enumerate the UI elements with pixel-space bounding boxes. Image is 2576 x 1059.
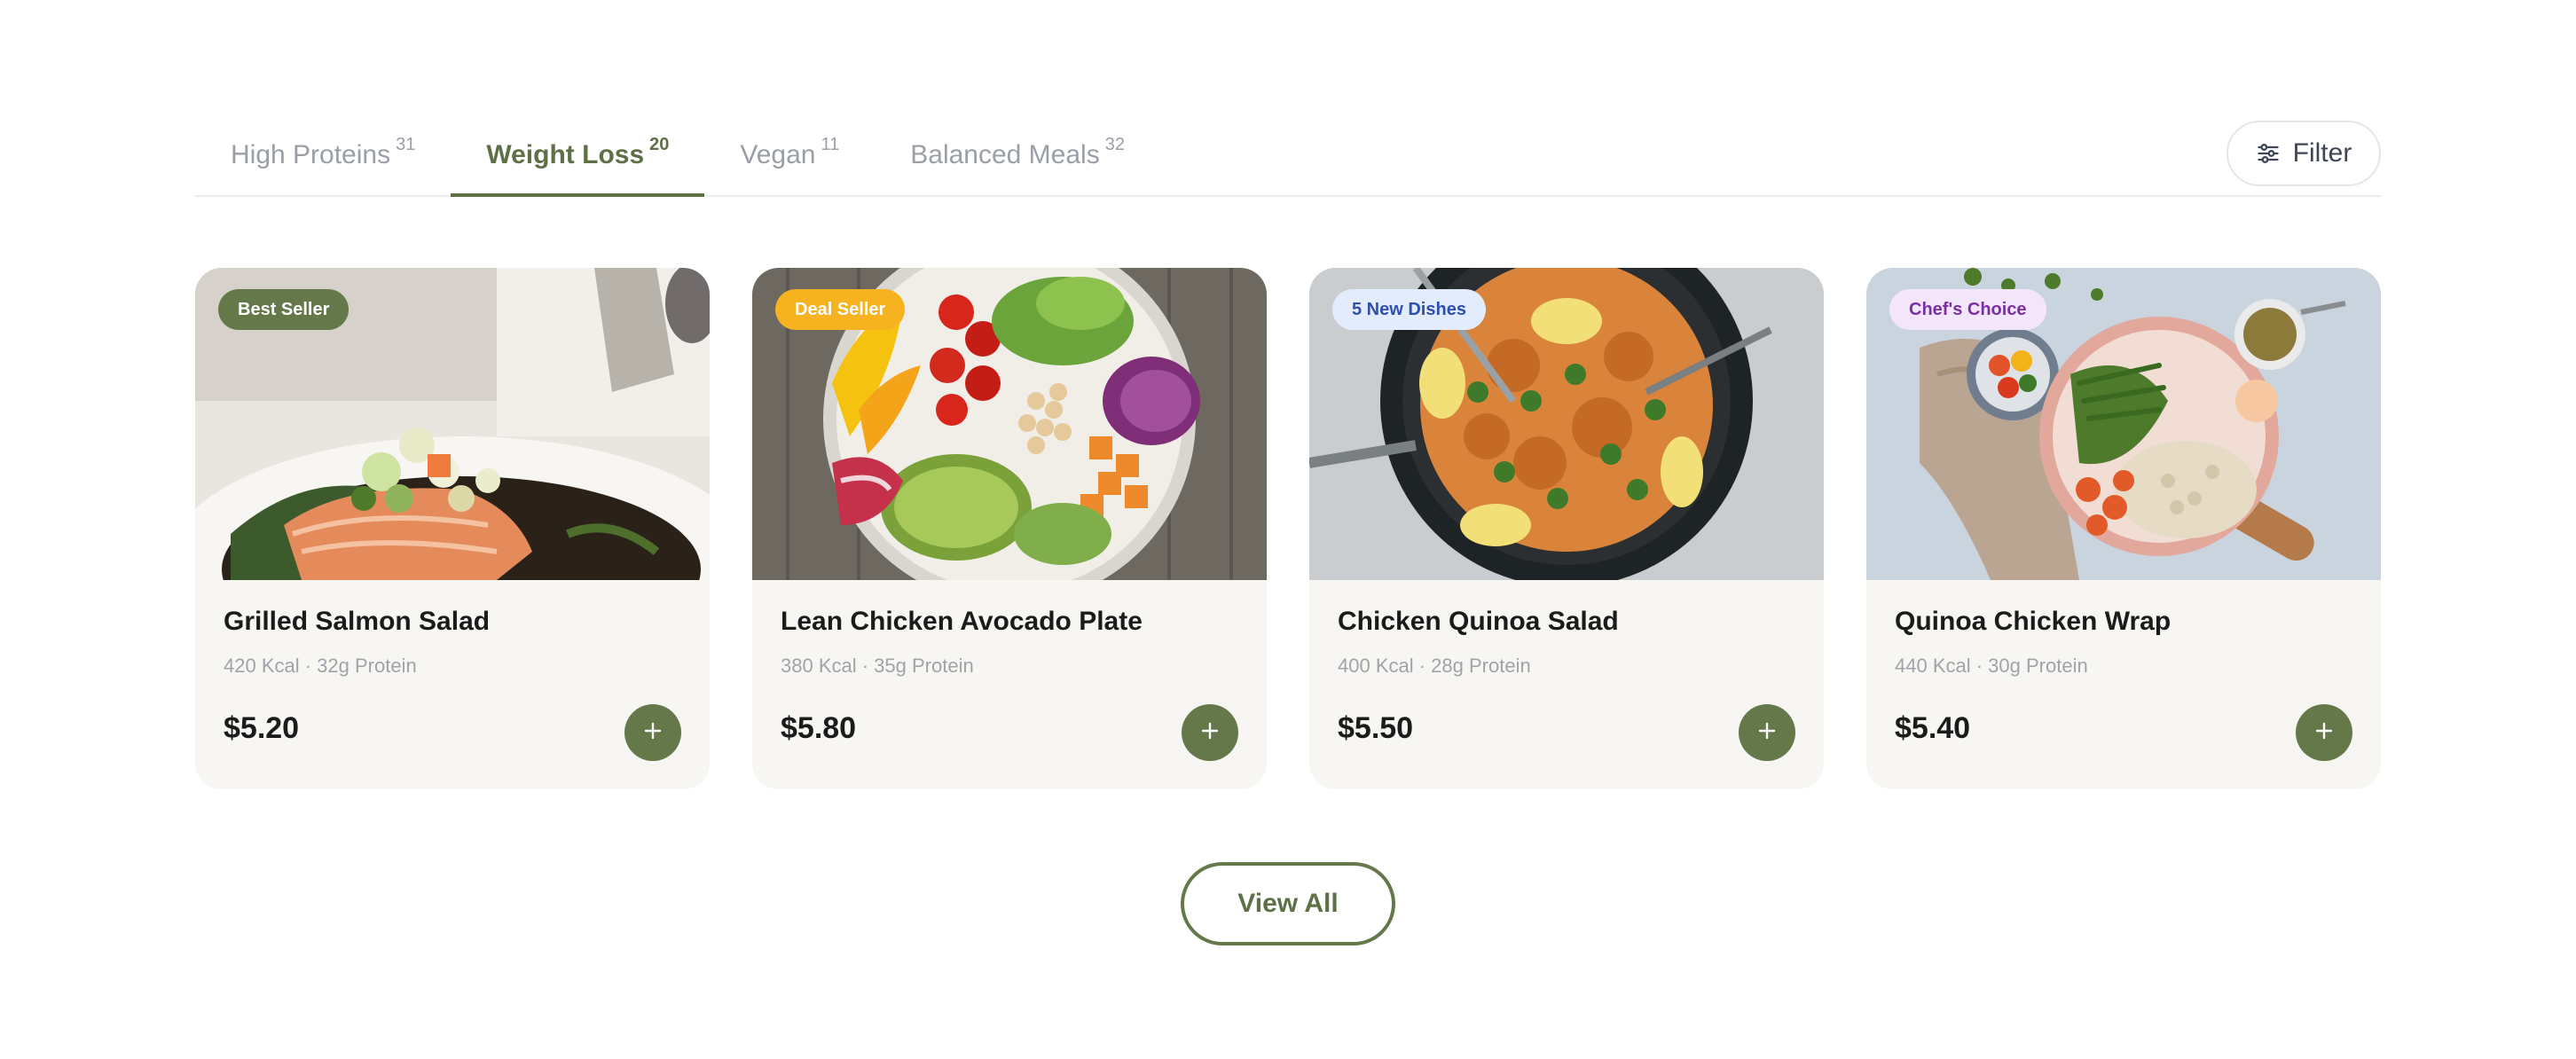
plus-icon — [1199, 720, 1221, 746]
sliders-icon — [2256, 141, 2281, 166]
filter-button[interactable]: Filter — [2227, 121, 2381, 186]
deal-seller-badge: Deal Seller — [775, 289, 906, 330]
tab-count: 32 — [1104, 134, 1125, 154]
tab-high-proteins[interactable]: High Proteins 31 — [195, 115, 451, 195]
plus-icon — [2313, 720, 2335, 746]
meal-card[interactable]: Deal Seller Lean Chicken Avocado Plate 3… — [752, 268, 1267, 789]
meal-image-quinoa-salad: 5 New Dishes — [1309, 268, 1824, 580]
add-to-cart-button[interactable] — [1182, 704, 1238, 761]
meal-price: $5.50 — [1338, 711, 1414, 745]
tab-weight-loss[interactable]: Weight Loss 20 — [451, 115, 705, 197]
meal-image-salmon-salad: Best Seller — [195, 268, 710, 580]
view-all-button[interactable]: View All — [1181, 862, 1395, 945]
meal-title: Chicken Quinoa Salad — [1338, 607, 1619, 636]
tab-label: Weight Loss — [486, 140, 645, 169]
meal-nutrition: 440 Kcal · 30g Protein — [1895, 655, 2088, 677]
filter-label: Filter — [2292, 138, 2352, 168]
meal-nutrition: 420 Kcal · 32g Protein — [224, 655, 417, 677]
add-to-cart-button[interactable] — [2296, 704, 2352, 761]
tab-label: High Proteins — [231, 140, 391, 169]
meal-card[interactable]: 5 New Dishes Chicken Quinoa Salad 400 Kc… — [1309, 268, 1824, 789]
meal-title: Lean Chicken Avocado Plate — [781, 607, 1143, 636]
meal-nutrition: 400 Kcal · 28g Protein — [1338, 655, 1531, 677]
category-tabs: High Proteins 31 Weight Loss 20 Vegan 11… — [195, 115, 1160, 197]
category-tabs-bar: High Proteins 31 Weight Loss 20 Vegan 11… — [195, 115, 2381, 197]
chefs-choice-badge: Chef's Choice — [1889, 289, 2046, 330]
tab-count: 31 — [396, 134, 416, 154]
meal-price: $5.40 — [1895, 711, 1971, 745]
meal-nutrition: 380 Kcal · 35g Protein — [781, 655, 974, 677]
meal-image-quinoa-wrap: Chef's Choice — [1866, 268, 2381, 580]
new-dishes-badge: 5 New Dishes — [1332, 289, 1486, 330]
menu-section: High Proteins 31 Weight Loss 20 Vegan 11… — [0, 0, 2576, 1059]
plus-icon — [1756, 720, 1778, 746]
meal-card[interactable]: Best Seller Grilled Salmon Salad 420 Kca… — [195, 268, 710, 789]
add-to-cart-button[interactable] — [624, 704, 681, 761]
meal-image-avocado-plate: Deal Seller — [752, 268, 1267, 580]
tab-balanced-meals[interactable]: Balanced Meals 32 — [875, 115, 1160, 195]
tab-label: Vegan — [740, 140, 816, 169]
tab-count: 20 — [649, 134, 670, 154]
tab-count: 11 — [821, 134, 840, 154]
meal-price: $5.80 — [781, 711, 857, 745]
meal-price: $5.20 — [224, 711, 300, 745]
best-seller-badge: Best Seller — [218, 289, 349, 330]
meal-title: Grilled Salmon Salad — [224, 607, 491, 636]
meal-cards: Best Seller Grilled Salmon Salad 420 Kca… — [195, 268, 2381, 789]
plus-icon — [642, 720, 664, 746]
meal-title: Quinoa Chicken Wrap — [1895, 607, 2172, 636]
meal-card[interactable]: Chef's Choice Quinoa Chicken Wrap 440 Kc… — [1866, 268, 2381, 789]
tab-vegan[interactable]: Vegan 11 — [704, 115, 875, 195]
tab-label: Balanced Meals — [910, 140, 1100, 169]
add-to-cart-button[interactable] — [1739, 704, 1795, 761]
